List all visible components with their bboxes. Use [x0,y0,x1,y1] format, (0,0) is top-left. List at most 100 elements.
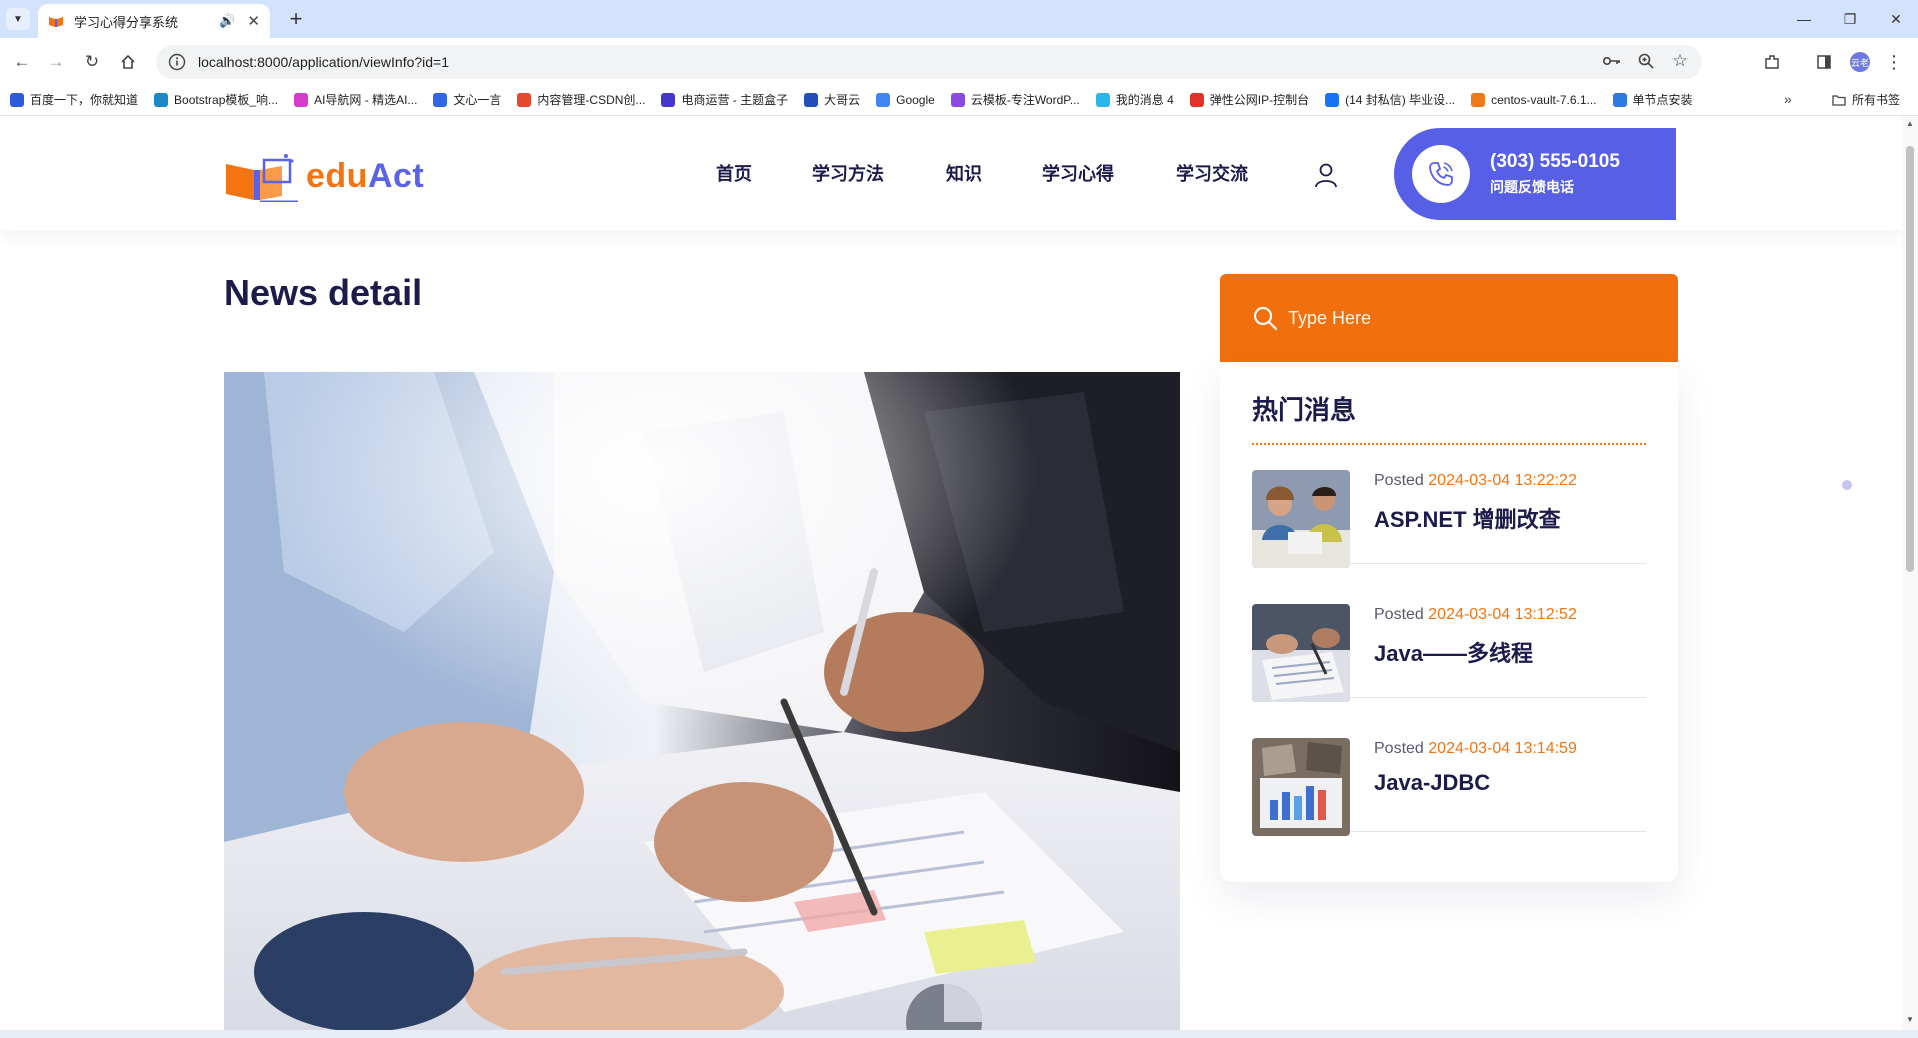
post-meta: Posted 2024-03-04 13:14:59 [1374,740,1577,757]
browser-tab-active[interactable]: 学习心得分享系统 🔊 ✕ [38,4,270,38]
reload-button[interactable]: ↻ [78,48,106,76]
scroll-up-icon[interactable]: ▲ [1906,120,1914,128]
hotline-banner[interactable]: (303) 555-0105 问题反馈电话 [1394,128,1676,220]
bookmark-favicon-icon [10,92,24,107]
search-input[interactable] [1288,307,1648,329]
post-meta: Posted 2024-03-04 13:12:52 [1374,606,1577,623]
nav-learning-exchange[interactable]: 学习交流 [1176,160,1248,186]
bookmark-label: centos-vault-7.6.1... [1491,92,1597,107]
bookmark-favicon-icon [950,92,965,107]
bookmark-favicon-icon [661,92,676,107]
bookmark-label: 电商运营 - 主题盒子 [681,93,789,107]
bookmark-item[interactable]: (14 封私信) 毕业设... [1325,91,1455,108]
key-icon[interactable] [1602,51,1622,71]
bookmark-item[interactable]: centos-vault-7.6.1... [1471,92,1597,107]
post-meta: Posted 2024-03-04 13:22:22 [1374,472,1577,489]
post-title[interactable]: Java-JDBC [1374,770,1490,796]
bookmark-item[interactable]: 弹性公网IP-控制台 [1189,91,1310,108]
nav-learning-methods[interactable]: 学习方法 [812,160,884,186]
close-tab-icon[interactable]: ✕ [247,12,260,30]
bookmark-label: 弹性公网IP-控制台 [1209,93,1310,107]
search-icon[interactable] [1252,305,1278,331]
tab-title: 学习心得分享系统 [74,14,179,30]
post-date: 2024-03-04 13:22:22 [1428,472,1577,489]
nav-knowledge[interactable]: 知识 [946,160,982,186]
bookmark-label: 我的消息 4 [1115,93,1174,107]
address-bar[interactable]: localhost:8000/application/viewInfo?id=1… [156,45,1702,79]
forward-button[interactable]: → [42,48,70,76]
book-favicon-icon [49,17,63,27]
user-icon[interactable] [1314,162,1338,188]
list-item[interactable]: Posted 2024-03-04 13:12:52 Java——多线程 [1252,594,1646,702]
tab-search-button[interactable]: ▼ [6,8,30,30]
browser-menu-icon[interactable]: ⋮ [1882,50,1906,74]
hot-news-title: 热门消息 [1252,395,1357,425]
chevron-down-icon: ▼ [13,13,23,25]
scroll-down-icon[interactable]: ▼ [1906,1016,1914,1024]
profile-button[interactable]: 云老 [1848,50,1872,74]
hot-news-divider [1252,443,1646,445]
bookmark-favicon-icon [1612,92,1627,107]
url-text[interactable]: localhost:8000/application/viewInfo?id=1 [198,54,449,70]
bookmark-label: 单节点安装 [1632,93,1693,107]
bookmark-item[interactable]: 内容管理-CSDN创... [517,91,645,108]
restore-button[interactable]: ❐ [1830,6,1870,32]
news-hero-image [224,372,1180,1030]
scroll-thumb[interactable] [1906,146,1914,572]
bookmark-favicon-icon [876,92,891,107]
logo-text: eduAct [306,156,425,195]
bottom-edge [0,1030,1918,1038]
site-logo[interactable]: eduAct [224,150,424,202]
bookmark-item[interactable]: 云模板-专注WordP... [950,91,1080,108]
nav-home[interactable]: 首页 [716,160,752,186]
bookmarks-bar: 百度一下，你就知道 Bootstrap模板_响... AI导航网 - 精选AI...… [0,84,1918,116]
back-button[interactable]: ← [8,48,36,76]
list-item[interactable]: Posted 2024-03-04 13:14:59 Java-JDBC [1252,728,1646,836]
bookmark-item[interactable]: 百度一下，你就知道 [10,91,138,108]
bookmark-favicon-icon [804,92,819,107]
post-title[interactable]: ASP.NET 增删改查 [1374,502,1561,534]
bookmark-label: 内容管理-CSDN创... [537,93,646,107]
bookmark-favicon-icon [154,92,169,107]
hot-news-card: 热门消息 Posted 2024-03-04 13:22:22 ASP.NET … [1220,362,1678,882]
bookmarks-overflow-icon[interactable]: » [1784,91,1792,107]
post-thumbnail[interactable] [1252,738,1350,836]
post-date: 2024-03-04 13:12:52 [1428,606,1577,623]
bookmark-favicon-icon [517,92,532,107]
floating-dot-decoration [1842,480,1852,490]
post-thumbnail[interactable] [1252,470,1350,568]
bookmark-item[interactable]: 电商运营 - 主题盒子 [661,91,788,108]
post-thumbnail[interactable] [1252,604,1350,702]
bookmark-item[interactable]: AI导航网 - 精选AI... [294,91,417,108]
extensions-icon[interactable] [1760,50,1784,74]
bookmark-item[interactable]: Bootstrap模板_响... [154,91,278,108]
list-item[interactable]: Posted 2024-03-04 13:22:22 ASP.NET 增删改查 [1252,460,1646,568]
bookmark-item[interactable]: 单节点安装 [1612,91,1693,108]
hotline-text: (303) 555-0105 问题反馈电话 [1490,151,1620,197]
bookmark-favicon-icon [1189,92,1204,107]
minimize-button[interactable]: — [1784,6,1824,32]
new-tab-button[interactable]: + [282,6,310,32]
site-info-icon[interactable] [168,53,186,71]
bookmark-item[interactable]: 文心一言 [433,91,501,108]
nav-learning-insights[interactable]: 学习心得 [1042,160,1114,186]
bookmark-item[interactable]: 大哥云 [804,91,860,108]
bookmark-label: (14 封私信) 毕业设... [1345,93,1456,107]
post-title[interactable]: Java——多线程 [1374,636,1533,668]
close-window-button[interactable]: ✕ [1876,6,1916,32]
bookmark-item[interactable]: 我的消息 4 [1095,91,1174,108]
page-scrollbar[interactable]: ▲ ▼ [1902,116,1918,1030]
folder-icon [1832,94,1846,106]
all-bookmarks-label: 所有书签 [1852,93,1901,107]
bookmark-star-icon[interactable]: ☆ [1670,51,1690,71]
sidepanel-icon[interactable] [1812,50,1836,74]
speaker-icon[interactable]: 🔊 [219,13,235,29]
home-button[interactable] [114,48,142,76]
bookmark-label: 大哥云 [824,93,861,107]
bookmark-label: Google [896,92,935,107]
zoom-icon[interactable] [1636,51,1656,71]
phone-icon [1429,162,1453,186]
all-bookmarks-button[interactable]: 所有书签 [1832,91,1900,108]
bookmark-label: 百度一下，你就知道 [30,93,139,107]
bookmark-item[interactable]: Google [876,92,935,107]
